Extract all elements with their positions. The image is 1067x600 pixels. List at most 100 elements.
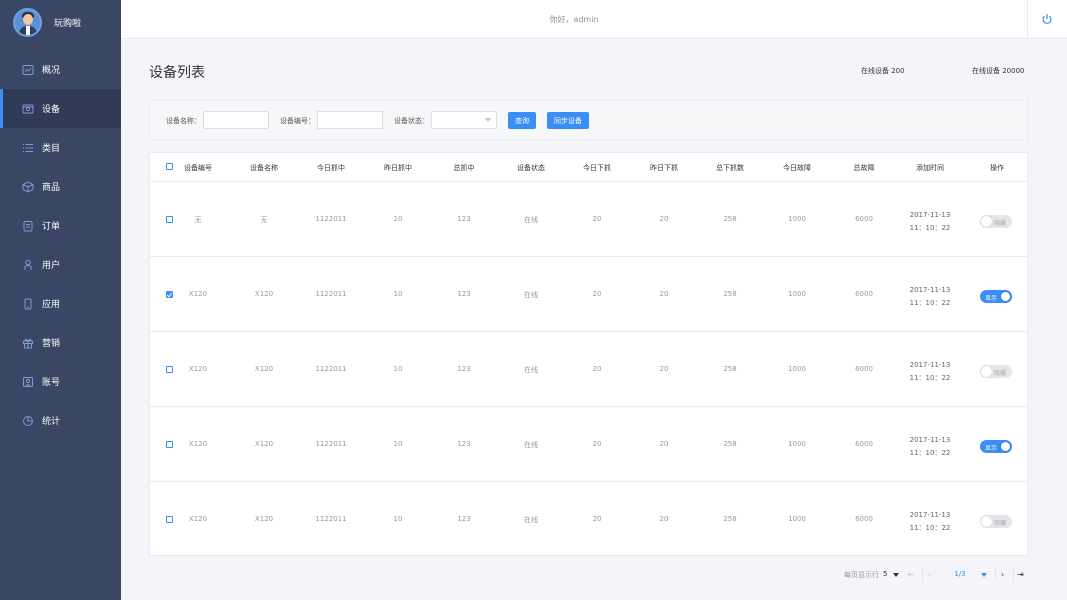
sync-devices-button[interactable]: 同步设备 bbox=[547, 112, 589, 129]
column-header: 设备编号 bbox=[184, 164, 212, 172]
table-row[interactable]: X120 X120 1122011 10 123 在线 20 20 258 1000 6000 201… bbox=[150, 257, 1027, 332]
avatar[interactable] bbox=[13, 7, 42, 37]
toggle-label: 显示 bbox=[985, 295, 998, 302]
sidebar-item-overview[interactable]: 概况 bbox=[0, 50, 121, 89]
added-date: 2017-11-13 bbox=[909, 511, 951, 519]
table-row[interactable]: X120 X120 1122011 10 123 在线 20 20 258 1000 6000 201… bbox=[150, 332, 1027, 407]
sidebar-item-devices[interactable]: 设备 bbox=[0, 89, 121, 128]
cell-total-down: 258 bbox=[723, 365, 737, 373]
row-checkbox[interactable] bbox=[166, 366, 173, 373]
column-header: 昨日抓中 bbox=[384, 164, 412, 172]
cell-total-down: 258 bbox=[723, 440, 737, 448]
cell-code: X120 bbox=[188, 365, 208, 373]
device-name-input[interactable] bbox=[203, 111, 269, 129]
sidebar-item-label: 应用 bbox=[42, 300, 61, 310]
cell-yest-down: 20 bbox=[659, 365, 669, 373]
query-button[interactable]: 查询 bbox=[508, 112, 536, 129]
cell-status: 在线 bbox=[524, 216, 538, 224]
cell-today-down: 20 bbox=[592, 440, 602, 448]
gift-icon bbox=[22, 337, 34, 349]
toggle-label: 隐藏 bbox=[994, 370, 1007, 377]
cell-added-time: 2017-11-13 11：10：22 bbox=[910, 209, 951, 235]
sidebar-item-label: 订单 bbox=[42, 222, 61, 232]
page-chevron-down-icon[interactable] bbox=[981, 573, 987, 577]
cell-name: X120 bbox=[254, 365, 274, 373]
sidebar-item-label: 账号 bbox=[42, 378, 61, 388]
chevron-down-icon[interactable] bbox=[893, 573, 899, 577]
toggle-knob bbox=[1000, 441, 1011, 452]
online-devices-stat-total: 在线设备 20000 bbox=[972, 67, 1025, 75]
row-checkbox[interactable] bbox=[166, 216, 173, 223]
sidebar-item-apps[interactable]: 应用 bbox=[0, 284, 121, 323]
row-checkbox[interactable] bbox=[166, 291, 173, 298]
per-page-select[interactable]: 5 bbox=[883, 570, 887, 578]
user-icon bbox=[22, 259, 34, 271]
device-icon bbox=[22, 103, 34, 115]
added-time: 11：10：22 bbox=[909, 224, 951, 232]
added-date: 2017-11-13 bbox=[909, 361, 951, 369]
prev-page-icon[interactable]: ‹ bbox=[922, 567, 936, 581]
first-page-icon[interactable]: ⇤ bbox=[904, 567, 918, 581]
cell-today-fault: 1000 bbox=[788, 440, 806, 448]
cell-total-fault: 6000 bbox=[855, 365, 873, 373]
device-code-input[interactable] bbox=[317, 111, 383, 129]
table-row[interactable]: X120 X120 1122011 10 123 在线 20 20 258 1000 6000 201… bbox=[150, 407, 1027, 482]
table-row[interactable]: 无 无 1122011 10 123 在线 20 20 258 1000 6000 2017-11-1… bbox=[150, 182, 1027, 257]
sidebar-item-categories[interactable]: 类目 bbox=[0, 128, 121, 167]
cell-yest-catch: 10 bbox=[393, 215, 403, 223]
sidebar-item-accounts[interactable]: 账号 bbox=[0, 362, 121, 401]
device-status-select[interactable] bbox=[431, 111, 497, 129]
sidebar-item-products[interactable]: 商品 bbox=[0, 167, 121, 206]
table-header: 设备编号 设备名称 今日抓中 昨日抓中 总抓中 设备状态 今日下抓 昨日下抓 总… bbox=[150, 153, 1027, 182]
cell-added-time: 2017-11-13 11：10：22 bbox=[910, 434, 951, 460]
greeting: 你好，admin bbox=[549, 15, 599, 24]
cell-code: X120 bbox=[188, 515, 208, 523]
chart-icon bbox=[22, 64, 34, 76]
sidebar-item-orders[interactable]: 订单 bbox=[0, 206, 121, 245]
sidebar-item-marketing[interactable]: 营销 bbox=[0, 323, 121, 362]
cell-today-down: 20 bbox=[592, 365, 602, 373]
column-header: 总故障 bbox=[853, 164, 875, 172]
cell-today-fault: 1000 bbox=[788, 290, 806, 298]
cell-yest-catch: 10 bbox=[393, 290, 403, 298]
page-title: 设备列表 bbox=[149, 65, 205, 81]
cell-today-fault: 1000 bbox=[788, 515, 806, 523]
cell-yest-catch: 10 bbox=[393, 365, 403, 373]
next-page-icon[interactable]: › bbox=[995, 567, 1009, 581]
visibility-toggle[interactable]: 隐藏 bbox=[980, 515, 1012, 528]
cell-total-down: 258 bbox=[723, 215, 737, 223]
cell-status: 在线 bbox=[524, 441, 538, 449]
cell-today-fault: 1000 bbox=[788, 365, 806, 373]
toggle-label: 隐藏 bbox=[994, 220, 1007, 227]
page-indicator[interactable]: 1/3 bbox=[940, 567, 980, 581]
sidebar-item-label: 商品 bbox=[42, 183, 61, 193]
filter-bar: 设备名称： 设备编号： 设备状态： 查询 同步设备 bbox=[149, 100, 1028, 140]
row-checkbox[interactable] bbox=[166, 516, 173, 523]
visibility-toggle[interactable]: 隐藏 bbox=[980, 365, 1012, 378]
toggle-label: 隐藏 bbox=[994, 520, 1007, 527]
table-row[interactable]: X120 X120 1122011 10 123 在线 20 20 258 1000 6000 201… bbox=[150, 482, 1027, 557]
cell-total-catch: 123 bbox=[457, 515, 471, 523]
select-all-checkbox[interactable] bbox=[166, 163, 173, 170]
visibility-toggle[interactable]: 显示 bbox=[980, 290, 1012, 303]
column-header: 今日抓中 bbox=[317, 164, 345, 172]
visibility-toggle[interactable]: 隐藏 bbox=[980, 215, 1012, 228]
topbar: 你好，admin bbox=[121, 0, 1067, 39]
visibility-toggle[interactable]: 显示 bbox=[980, 440, 1012, 453]
sidebar-item-label: 用户 bbox=[42, 261, 61, 271]
added-time: 11：10：22 bbox=[909, 449, 951, 457]
toggle-knob bbox=[1000, 291, 1011, 302]
cell-code: X120 bbox=[188, 290, 208, 298]
column-header: 操作 bbox=[990, 164, 1004, 172]
cell-yest-catch: 10 bbox=[393, 440, 403, 448]
column-header: 今日故障 bbox=[783, 164, 811, 172]
sidebar-item-statistics[interactable]: 统计 bbox=[0, 401, 121, 440]
toggle-knob bbox=[981, 216, 992, 227]
last-page-icon[interactable]: ⇥ bbox=[1013, 567, 1027, 581]
column-header: 昨日下抓 bbox=[650, 164, 678, 172]
row-checkbox[interactable] bbox=[166, 441, 173, 448]
cell-total-catch: 123 bbox=[457, 440, 471, 448]
cell-status: 在线 bbox=[524, 291, 538, 299]
power-icon[interactable] bbox=[1041, 13, 1053, 25]
sidebar-item-users[interactable]: 用户 bbox=[0, 245, 121, 284]
